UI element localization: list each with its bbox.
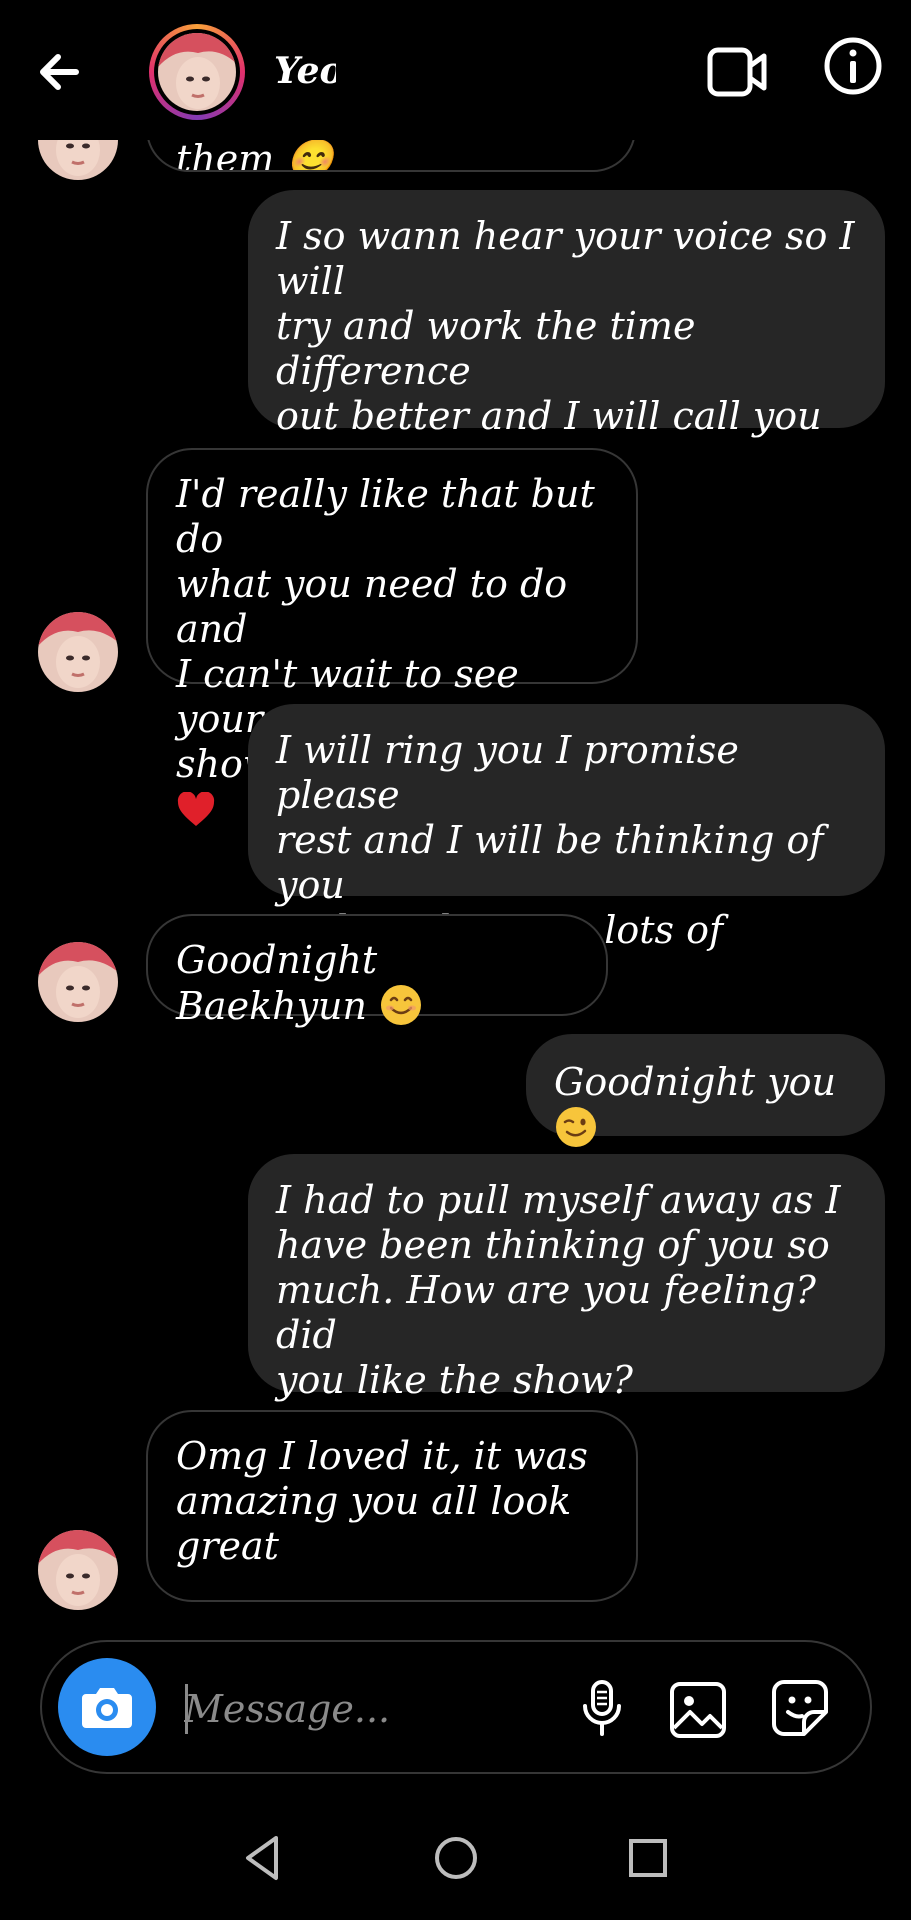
message-line: Goodnight Baekhyun xyxy=(176,938,378,1028)
message-line: I'd really like that but do xyxy=(176,472,595,561)
message-line: I had to pull myself away as I xyxy=(276,1178,841,1222)
avatar[interactable] xyxy=(38,942,118,1022)
info-icon[interactable] xyxy=(821,34,885,98)
avatar[interactable] xyxy=(38,612,118,692)
message-line: you like the show? xyxy=(276,1358,633,1402)
message-line: amazing you all look xyxy=(176,1479,572,1523)
avatar[interactable] xyxy=(38,1530,118,1610)
message-bubble-sent[interactable]: I so wann hear your voice so I will try … xyxy=(248,190,885,528)
winking-face-icon xyxy=(554,1105,598,1149)
chat-header: Yeol xyxy=(0,0,911,140)
message-composer xyxy=(40,1640,872,1774)
microphone-icon[interactable] xyxy=(572,1678,632,1738)
message-line: great xyxy=(176,1524,279,1568)
square-recents-icon[interactable] xyxy=(620,1830,676,1886)
image-icon[interactable] xyxy=(668,1680,728,1740)
dm-thread-screen: Yeol my fan promised them 😊 I so wann he… xyxy=(0,0,911,1920)
message-line: I will ring you I promise please xyxy=(276,728,739,817)
message-input[interactable] xyxy=(182,1678,586,1740)
message-line: much. How are you feeling? did xyxy=(276,1268,816,1357)
message-bubble-received[interactable]: Goodnight Baekhyun xyxy=(146,914,608,1028)
message-bubble-received[interactable]: Omg I loved it, it was amazing you all l… xyxy=(146,1410,638,1602)
avatar[interactable] xyxy=(149,24,245,120)
message-line: I so wann hear your voice so I will xyxy=(276,214,855,303)
message-bubble-sent[interactable]: I had to pull myself away as I have been… xyxy=(248,1154,885,1402)
message-bubble-received[interactable]: I'd really like that but do what you nee… xyxy=(146,448,638,826)
red-heart-icon xyxy=(176,791,216,828)
camera-icon[interactable] xyxy=(58,1658,156,1756)
message-bubble-sent[interactable]: I will ring you I promise please rest an… xyxy=(248,704,885,997)
message-bubble-sent[interactable]: Goodnight you xyxy=(526,1034,885,1147)
text-caret xyxy=(185,1684,188,1734)
message-line: Goodnight you xyxy=(554,1060,837,1104)
message-line: Omg I loved it, it was xyxy=(176,1434,588,1478)
video-camera-icon[interactable] xyxy=(706,40,770,104)
message-line: what you need to do and xyxy=(176,562,568,651)
sticker-icon[interactable] xyxy=(770,1678,830,1738)
smiling-face-icon xyxy=(379,983,423,1027)
triangle-back-icon[interactable] xyxy=(236,1830,292,1886)
contact-name[interactable]: Yeol xyxy=(274,50,336,92)
system-nav-bar xyxy=(0,1800,911,1920)
circle-home-icon[interactable] xyxy=(428,1830,484,1886)
arrow-left-icon[interactable] xyxy=(36,42,96,102)
message-line: have been thinking of you so xyxy=(276,1223,830,1267)
message-line: rest and I will be thinking of you xyxy=(276,818,824,907)
message-line: try and work the time difference xyxy=(276,304,696,393)
